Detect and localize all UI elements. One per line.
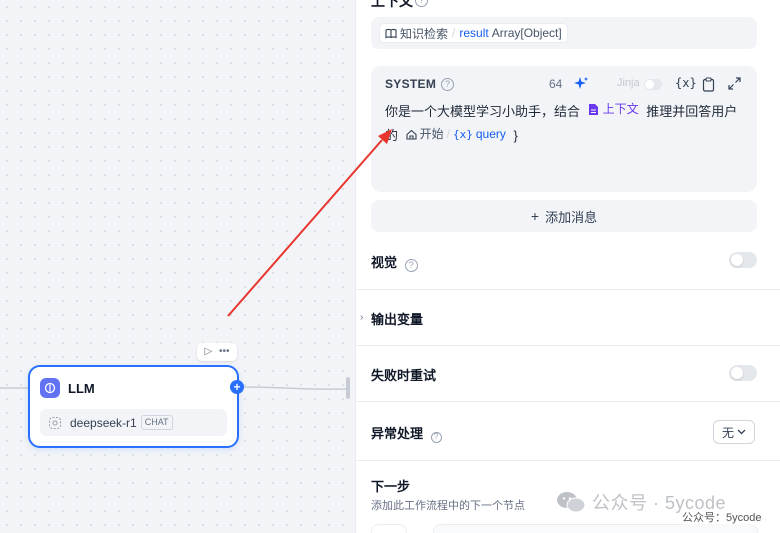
llm-node-header: LLM <box>30 367 237 409</box>
chevron-down-icon <box>737 429 746 435</box>
home-icon <box>406 129 417 140</box>
divider <box>356 401 780 402</box>
outgoing-edge <box>243 386 347 390</box>
more-options-icon[interactable]: ••• <box>219 343 230 361</box>
retry-toggle[interactable] <box>729 365 757 381</box>
select-next-node-block[interactable] <box>433 524 758 533</box>
add-next-node-handle[interactable]: + <box>230 380 244 394</box>
vision-toggle[interactable] <box>729 252 757 268</box>
help-icon[interactable]: ? <box>441 78 454 91</box>
next-step-description: 添加此工作流程中的下一个节点 <box>371 500 525 512</box>
jinja-label: Jinja <box>617 77 640 89</box>
panel-resize-handle[interactable] <box>346 377 350 399</box>
insert-variable-button[interactable]: {x} <box>675 76 697 90</box>
sparkle-generate-icon[interactable] <box>573 76 589 92</box>
system-prompt-editor[interactable]: SYSTEM ? 64 Jinja {x} 你是一个大模型学习小助手，结合 上下… <box>371 66 757 192</box>
system-prompt-label: SYSTEM <box>385 77 437 91</box>
llm-brain-icon <box>40 378 60 398</box>
llm-node-title: LLM <box>68 380 95 396</box>
token-count: 64 <box>549 77 563 91</box>
vision-label: 视觉 ? <box>371 252 418 272</box>
plus-icon: + <box>530 208 540 224</box>
variable-icon: {x} <box>453 128 473 141</box>
context-variable-field[interactable]: 知识检索 / result Array[Object] <box>371 17 757 49</box>
chevron-right-icon[interactable]: › <box>360 312 363 323</box>
help-icon[interactable]: ? <box>415 0 428 7</box>
context-source-node: 知识检索 <box>400 26 449 41</box>
error-handling-select[interactable]: 无 <box>713 420 755 444</box>
context-variable-tag: 上下文 <box>584 98 639 121</box>
query-variable-tag: 开始 / {x} query <box>402 123 506 146</box>
expand-icon[interactable] <box>728 77 741 90</box>
current-node-block <box>371 524 407 533</box>
help-icon[interactable]: ? <box>430 431 442 443</box>
book-icon <box>385 28 397 38</box>
divider <box>356 460 780 461</box>
next-step-title: 下一步 <box>371 479 411 494</box>
watermark-overlay-text: 公众号：5ycode <box>682 509 762 525</box>
context-variable-chip[interactable]: 知识检索 / result Array[Object] <box>379 23 568 43</box>
error-handling-label: 异常处理 ? <box>371 423 442 443</box>
llm-node[interactable]: LLM deepseek-r1 CHAT <box>28 365 239 448</box>
context-section-title: 上下文 ? <box>371 0 428 11</box>
run-node-icon[interactable]: ▷ <box>204 343 212 361</box>
model-cube-icon <box>49 416 61 429</box>
wechat-icon <box>557 492 586 513</box>
context-variable-type: Array[Object] <box>491 26 562 40</box>
system-prompt-text[interactable]: 你是一个大模型学习小助手，结合 上下文 推理并回答用户的 开始 / {x} qu… <box>385 98 747 147</box>
help-icon[interactable]: ? <box>404 259 418 272</box>
divider <box>356 289 780 290</box>
document-icon <box>588 104 598 115</box>
clipboard-icon[interactable] <box>702 77 715 92</box>
workflow-canvas[interactable]: ▷ ••• LLM deepseek-r1 CHAT + <box>0 0 355 533</box>
retry-on-failure-label: 失败时重试 <box>371 368 437 383</box>
model-selector[interactable]: deepseek-r1 CHAT <box>40 409 227 436</box>
context-variable-name: result <box>459 26 489 40</box>
node-config-panel: 上下文 ? 知识检索 / result Array[Object] SYSTEM… <box>355 0 780 533</box>
model-mode-badge: CHAT <box>140 415 173 430</box>
divider <box>356 345 780 346</box>
node-toolbar: ▷ ••• <box>197 343 237 361</box>
model-name: deepseek-r1 <box>70 415 137 430</box>
system-prompt-header: SYSTEM ? 64 Jinja {x} <box>385 76 745 94</box>
jinja-toggle[interactable] <box>644 79 662 90</box>
output-variables-toggle[interactable]: 输出变量 <box>371 309 423 328</box>
add-message-button[interactable]: + 添加消息 <box>371 200 757 232</box>
